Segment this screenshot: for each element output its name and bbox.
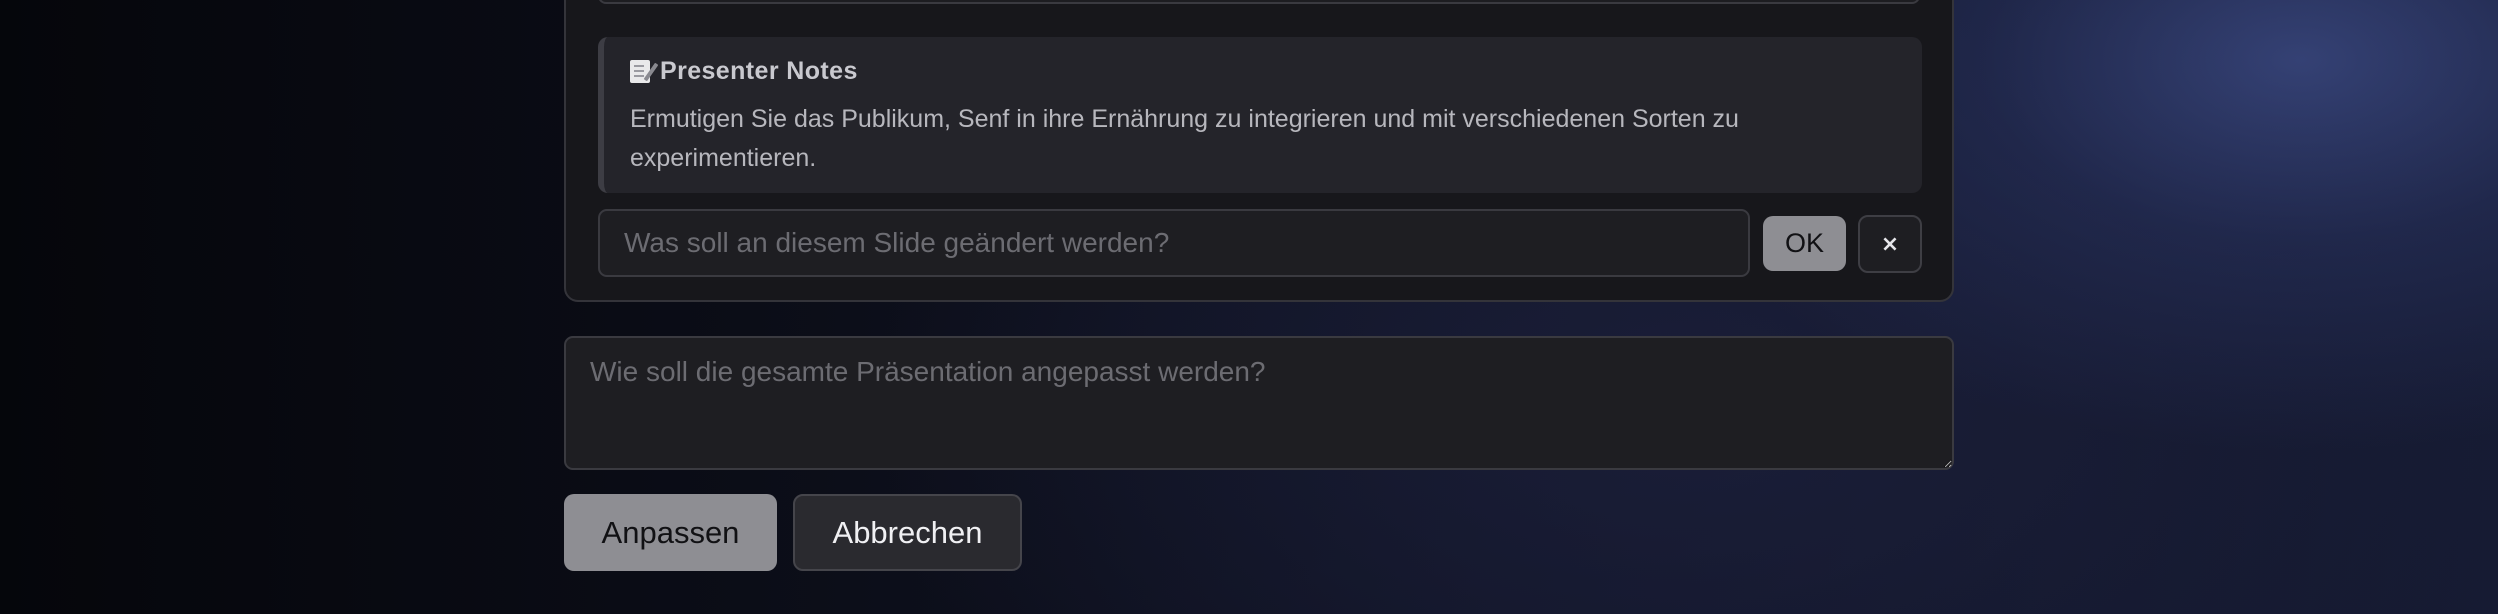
presenter-notes: Presenter Notes Ermutigen Sie das Publik… (598, 37, 1922, 193)
slide-change-input[interactable] (598, 209, 1750, 277)
apply-button[interactable]: Anpassen (564, 494, 777, 571)
ok-button[interactable]: OK (1763, 216, 1846, 271)
presenter-notes-title: Presenter Notes (660, 56, 858, 85)
presentation-change-textarea[interactable] (564, 336, 1954, 470)
slide-content-textarea[interactable] (598, 0, 1920, 4)
presenter-notes-text: Ermutigen Sie das Publikum, Senf in ihre… (630, 105, 1739, 172)
close-icon: × (1880, 231, 1900, 257)
memo-icon (630, 59, 650, 83)
cancel-button[interactable]: Abbrechen (793, 494, 1022, 571)
presenter-notes-header: Presenter Notes (630, 56, 1922, 86)
close-button[interactable]: × (1858, 215, 1922, 273)
